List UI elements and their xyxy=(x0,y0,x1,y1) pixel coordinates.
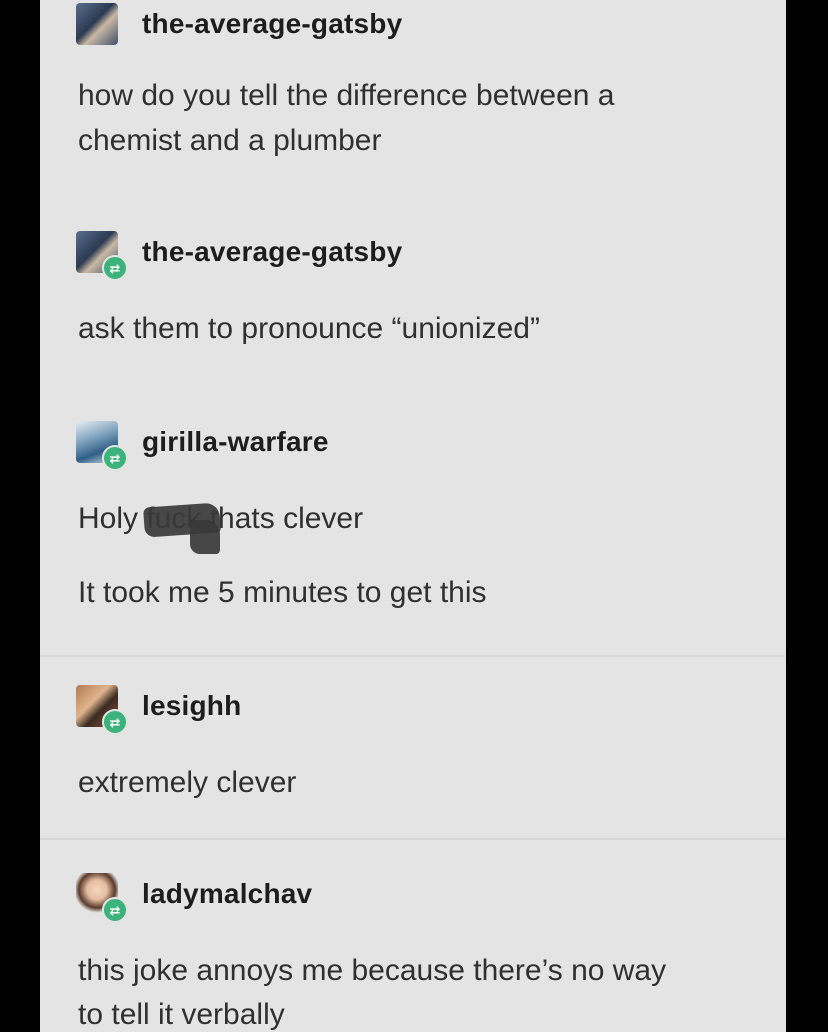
post-text-line: extremely clever xyxy=(78,766,297,799)
post-text-line: ask them to pronounce “unionized” xyxy=(78,312,540,345)
reblog-icon: ⇄ xyxy=(102,709,128,735)
avatar[interactable] xyxy=(76,3,118,45)
username[interactable]: the-average-gatsby xyxy=(142,8,402,40)
post-header: ⇄ girilla-warfare xyxy=(76,418,329,471)
post-text-line: Holy fuck thats clever xyxy=(78,502,364,535)
reblog-icon: ⇄ xyxy=(102,255,128,281)
post-header: ⇄ the-average-gatsby xyxy=(76,228,402,281)
reblog-icon: ⇄ xyxy=(102,897,128,923)
post-text-line: chemist and a plumber xyxy=(78,124,382,157)
avatar[interactable]: ⇄ xyxy=(76,231,128,281)
username[interactable]: girilla-warfare xyxy=(142,426,329,458)
reblog-icon: ⇄ xyxy=(102,445,128,471)
divider xyxy=(40,838,786,840)
censor-scribble xyxy=(190,520,220,554)
avatar[interactable]: ⇄ xyxy=(76,421,128,471)
post-text-line: this joke annoys me because there’s no w… xyxy=(78,954,667,987)
username[interactable]: ladymalchav xyxy=(142,878,312,910)
post-header: the-average-gatsby xyxy=(76,0,402,48)
post-text-line: to tell it verbally xyxy=(78,998,285,1031)
divider xyxy=(40,655,786,657)
post-text-line: how do you tell the difference between a xyxy=(78,79,615,112)
username[interactable]: lesighh xyxy=(142,690,241,722)
tumblr-post-thread: the-average-gatsby how do you tell the d… xyxy=(40,0,786,1032)
avatar[interactable]: ⇄ xyxy=(76,873,128,923)
post-header: ⇄ ladymalchav xyxy=(76,870,312,923)
avatar[interactable]: ⇄ xyxy=(76,685,128,735)
username[interactable]: the-average-gatsby xyxy=(142,236,402,268)
post-header: ⇄ lesighh xyxy=(76,682,241,735)
post-text-line: It took me 5 minutes to get this xyxy=(78,576,487,609)
